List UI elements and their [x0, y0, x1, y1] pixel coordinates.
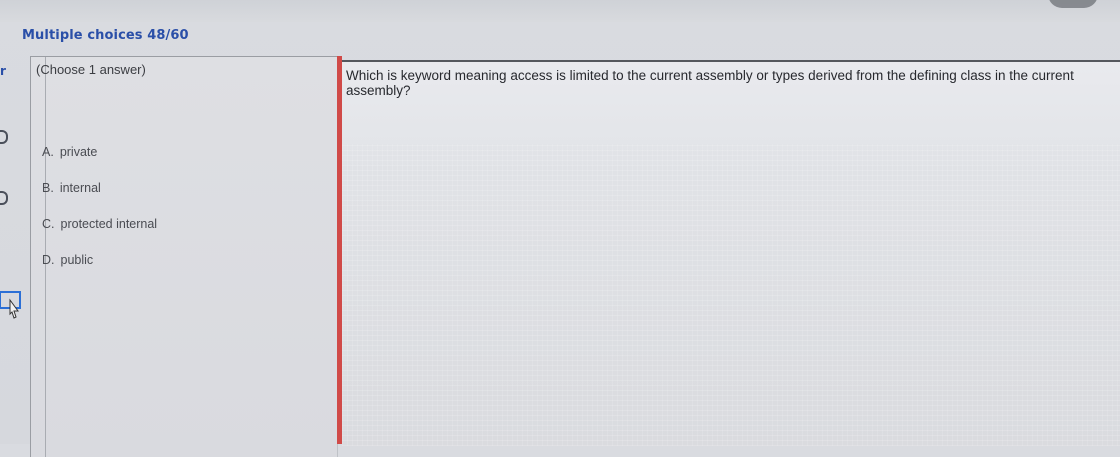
question-panel-background [342, 144, 1120, 446]
window-corner-shape [1048, 0, 1098, 8]
answer-options-list: A. private B. internal C. protected inte… [42, 134, 157, 278]
option-letter: D. [42, 253, 55, 267]
top-bar [0, 0, 1120, 22]
left-edge-mark [0, 191, 8, 205]
left-edge-label: r [0, 64, 6, 78]
option-text: internal [59, 181, 101, 195]
question-panel: Which is keyword meaning access is limit… [342, 60, 1120, 446]
question-text: Which is keyword meaning access is limit… [346, 68, 1074, 98]
option-b[interactable]: B. internal [42, 170, 157, 206]
question-box: Which is keyword meaning access is limit… [342, 62, 1120, 144]
option-text: public [60, 253, 94, 267]
option-c[interactable]: C. protected internal [42, 206, 157, 242]
option-a[interactable]: A. private [42, 134, 157, 170]
answer-instruction: (Choose 1 answer) [36, 62, 146, 77]
option-text: protected internal [60, 217, 158, 231]
option-letter: C. [42, 217, 55, 231]
left-edge-mark [0, 130, 8, 144]
option-letter: B. [42, 181, 54, 195]
option-letter: A. [42, 145, 54, 159]
hand-pointer-icon [0, 291, 21, 319]
option-text: private [59, 145, 98, 159]
question-counter-title: Multiple choices 48/60 [22, 28, 189, 43]
option-d[interactable]: D. public [42, 242, 157, 278]
